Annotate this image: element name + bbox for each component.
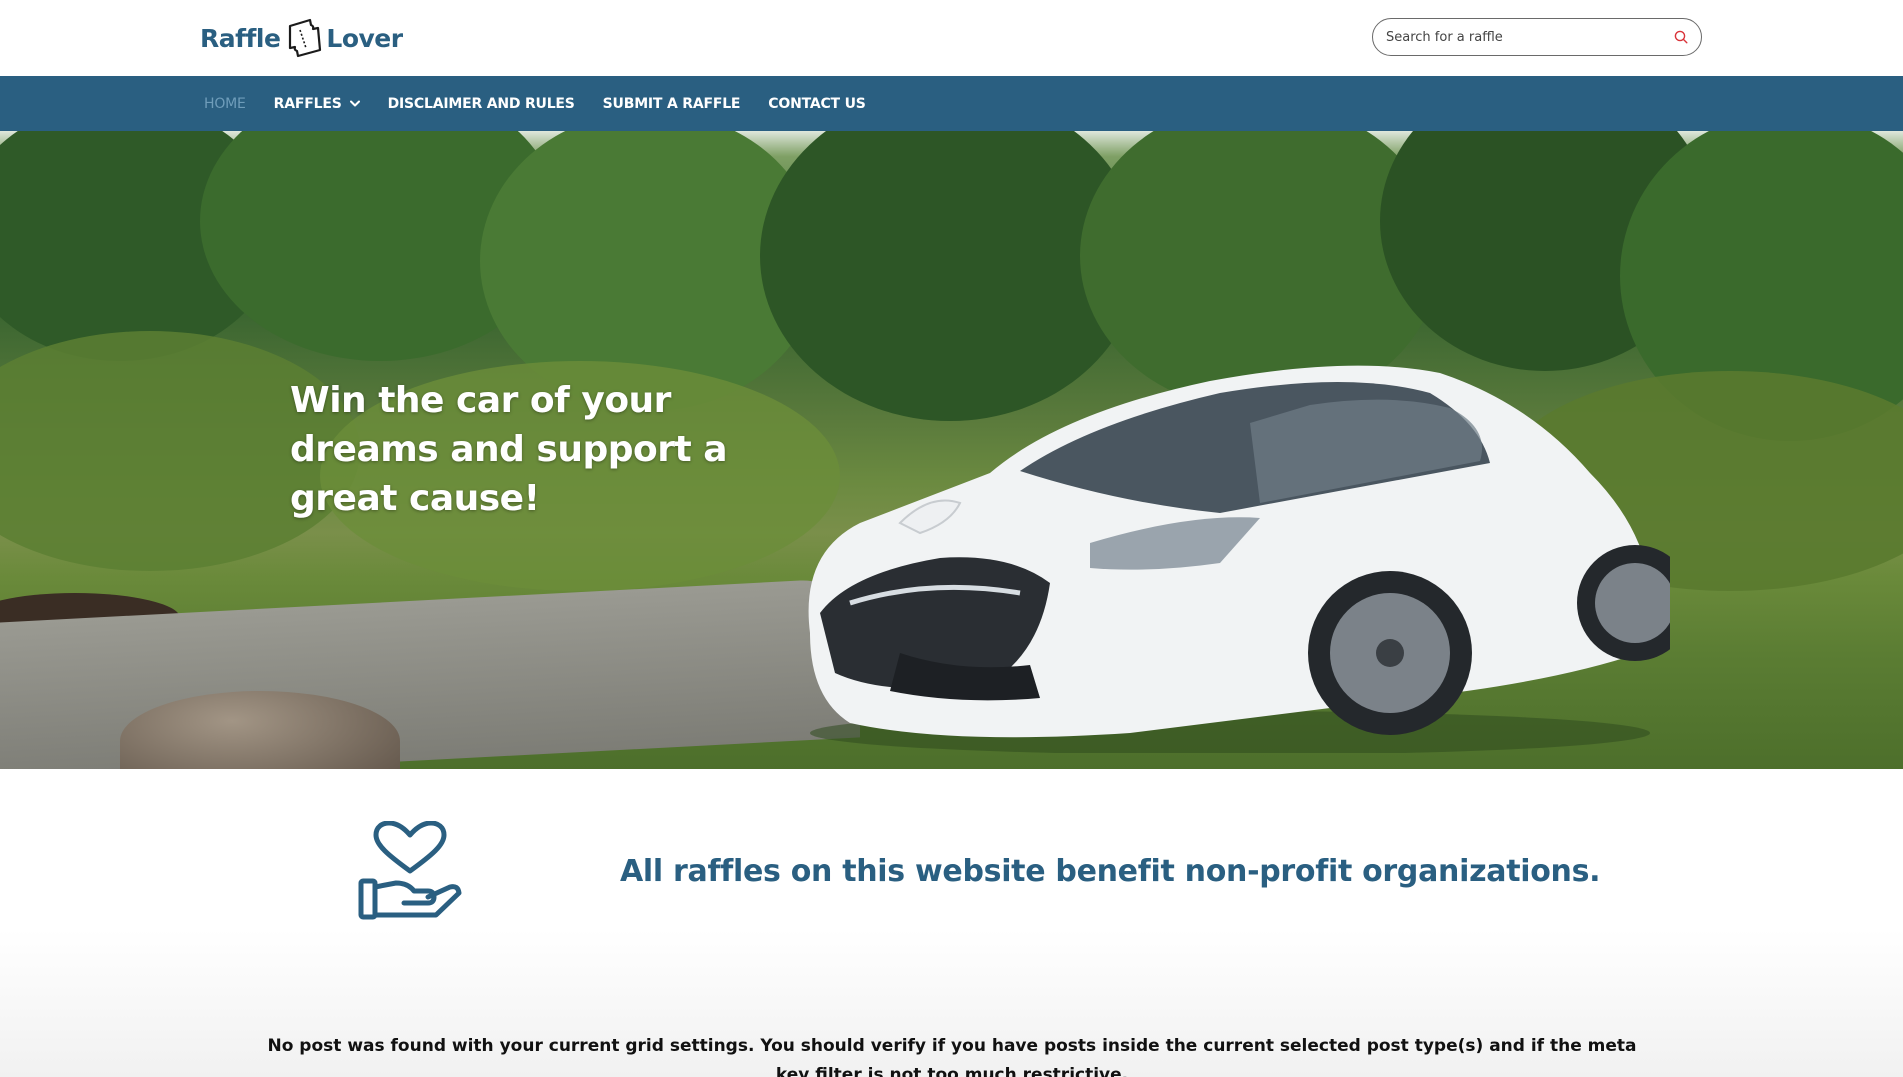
chevron-down-icon (349, 100, 360, 106)
nav-item-home[interactable]: HOME (204, 96, 246, 112)
benefit-section: All raffles on this website benefit non-… (0, 769, 1903, 929)
site-header: Raffle Lover (0, 0, 1903, 76)
site-logo[interactable]: Raffle Lover (200, 16, 403, 60)
nav-item-submit-raffle[interactable]: SUBMIT A RAFFLE (603, 96, 741, 112)
heart-in-hand-icon (358, 821, 462, 920)
nav-item-label: CONTACT US (768, 95, 866, 112)
nav-item-disclaimer[interactable]: DISCLAIMER AND RULES (388, 96, 575, 112)
nav-item-raffles[interactable]: RAFFLES (274, 96, 360, 112)
search-box (1372, 18, 1702, 56)
logo-text-left: Raffle (200, 23, 281, 53)
ticket-icon (289, 18, 322, 58)
nav-item-label: DISCLAIMER AND RULES (387, 95, 575, 112)
nav-menu: HOME RAFFLES DISCLAIMER AND RULES SUBMIT… (204, 76, 894, 131)
nav-item-label: RAFFLES (273, 95, 342, 112)
nav-item-contact[interactable]: CONTACT US (768, 95, 866, 112)
white-car-image (808, 365, 1670, 753)
hero-headline: Win the car of your dreams and support a… (290, 380, 728, 519)
nav-item-label: SUBMIT A RAFFLE (602, 95, 741, 112)
hero-banner: Win the car of your dreams and support a… (0, 131, 1903, 769)
main-navigation: HOME RAFFLES DISCLAIMER AND RULES SUBMIT… (0, 76, 1903, 131)
nav-item-label: HOME (204, 95, 246, 112)
search-input[interactable] (1386, 29, 1673, 45)
search-icon[interactable] (1673, 29, 1689, 45)
empty-grid-message: No post was found with your current grid… (267, 1036, 1637, 1077)
raffle-grid: No post was found with your current grid… (0, 929, 1903, 1077)
logo-text-right: Lover (326, 23, 403, 53)
benefit-statement: All raffles on this website benefit non-… (620, 854, 1601, 889)
